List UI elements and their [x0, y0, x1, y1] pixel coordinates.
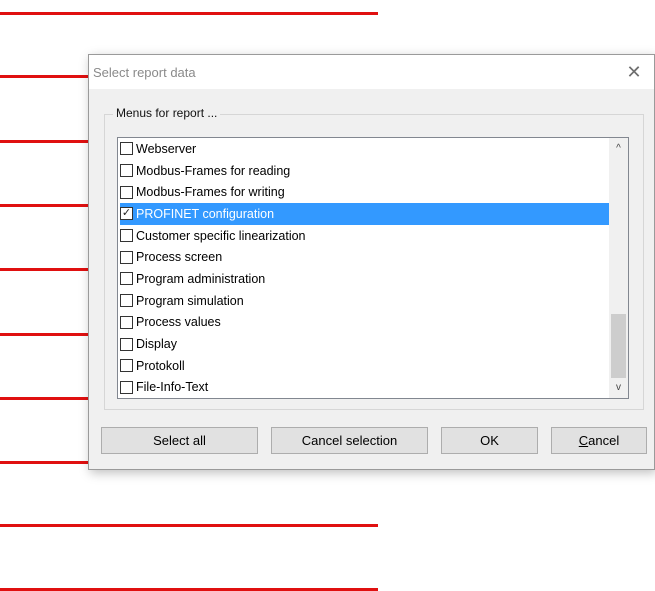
list-item[interactable]: Webserver	[120, 138, 610, 160]
checkbox[interactable]	[120, 142, 133, 156]
red-line-8	[0, 461, 92, 464]
ok-button[interactable]: OK	[441, 427, 538, 454]
list-item-label: Webserver	[136, 141, 197, 156]
cancel-label: Cancel	[578, 433, 620, 448]
list-item-label: Customer specific linearization	[136, 228, 306, 243]
scroll-down-button[interactable]: v	[609, 379, 628, 396]
list-item[interactable]: Process values	[120, 312, 610, 334]
list-item[interactable]: Display	[120, 333, 610, 355]
list-item-label: Modbus-Frames for writing	[136, 185, 285, 200]
list-item-label: Process values	[136, 315, 221, 330]
list-item[interactable]: Program administration	[120, 268, 610, 290]
list-item-label: PROFINET configuration	[136, 206, 275, 221]
list-item[interactable]: ✓ PROFINET configuration	[120, 203, 610, 225]
list-item[interactable]: Protokoll	[120, 355, 610, 377]
select-all-button[interactable]: Select all	[101, 427, 258, 454]
dialog-title: Select report data	[93, 65, 196, 80]
red-line-1	[0, 12, 378, 15]
group-label: Menus for report ...	[113, 106, 221, 120]
menu-checklist[interactable]: Webserver Modbus-Frames for reading Modbus…	[117, 137, 629, 399]
scroll-thumb[interactable]	[611, 314, 626, 378]
menu-items: Webserver Modbus-Frames for reading Modbus…	[120, 138, 610, 398]
list-item[interactable]: Program simulation	[120, 290, 610, 312]
menus-groupbox: Menus for report ... Webserver Modbus-Fra…	[104, 106, 644, 410]
list-item-label: Process screen	[136, 250, 223, 265]
list-item-label: Modbus-Frames for reading	[136, 163, 291, 178]
chevron-up-icon: ^	[616, 143, 621, 154]
vertical-scrollbar[interactable]: ^ v	[609, 138, 628, 398]
red-line-4	[0, 204, 92, 207]
checkbox[interactable]: ✓	[120, 207, 133, 221]
cancel-selection-button[interactable]: Cancel selection	[271, 427, 428, 454]
checkbox[interactable]	[120, 380, 133, 394]
close-icon: ✕	[626, 61, 642, 82]
checkbox[interactable]	[120, 315, 133, 329]
select-all-label: Select all	[153, 433, 206, 448]
list-item-label: Protokoll	[136, 358, 185, 373]
red-line-3	[0, 140, 92, 143]
list-item-label: File-Info-Text	[136, 380, 209, 395]
checkbox[interactable]	[120, 337, 133, 351]
checkbox[interactable]	[120, 294, 133, 308]
ok-label: OK	[480, 433, 499, 448]
red-line-6	[0, 333, 92, 336]
list-item-label: Program simulation	[136, 293, 244, 308]
chevron-down-icon: v	[616, 382, 621, 393]
red-line-7	[0, 397, 92, 400]
checkbox[interactable]	[120, 250, 133, 264]
list-item[interactable]: Modbus-Frames for writing	[120, 181, 610, 203]
list-item[interactable]: Modbus-Frames for reading	[120, 160, 610, 182]
list-item-label: Program administration	[136, 271, 266, 286]
close-button[interactable]: ✕	[614, 55, 654, 89]
red-line-9	[0, 524, 378, 527]
checkbox[interactable]	[120, 164, 133, 178]
list-item-label: Display	[136, 337, 177, 352]
list-item[interactable]: Customer specific linearization	[120, 225, 610, 247]
cancel-button[interactable]: Cancel	[551, 427, 647, 454]
title-bar[interactable]: Select report data ✕	[89, 55, 654, 89]
cancel-selection-label: Cancel selection	[301, 433, 398, 448]
scroll-up-button[interactable]: ^	[609, 140, 628, 157]
checkbox[interactable]	[120, 272, 133, 286]
red-line-2	[0, 75, 92, 78]
checkbox[interactable]	[120, 359, 133, 373]
list-item[interactable]: Process screen	[120, 246, 610, 268]
red-line-5	[0, 268, 92, 271]
select-report-dialog: Select report data ✕ Menus for report ..…	[88, 54, 655, 470]
list-item[interactable]: File-Info-Text	[120, 377, 610, 398]
checkbox[interactable]	[120, 185, 133, 199]
checkbox[interactable]	[120, 229, 133, 243]
